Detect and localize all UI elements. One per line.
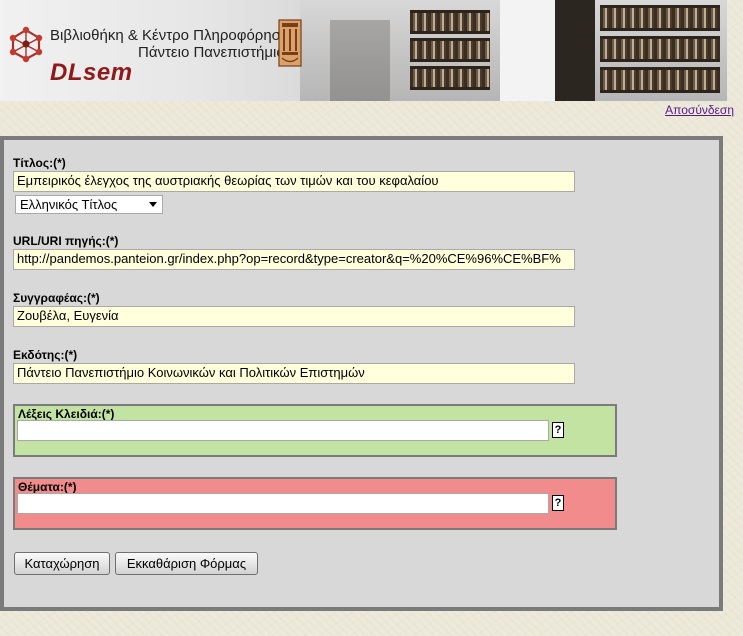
photo-shelf <box>600 36 720 62</box>
photo-shelf <box>600 5 720 31</box>
publisher-label: Εκδότης:(*) <box>13 348 78 362</box>
title-language-select[interactable]: Ελληνικός Τίτλος <box>15 195 163 214</box>
university-name: Πάντειο Πανεπιστήμιο <box>138 44 285 61</box>
subjects-label: Θέματα:(*) <box>18 480 77 494</box>
title-language-value: Ελληνικός Τίτλος <box>20 197 118 212</box>
library-photo <box>300 0 727 101</box>
url-input[interactable]: http://pandemos.panteion.gr/index.php?op… <box>13 249 575 270</box>
chevron-down-icon <box>149 202 157 207</box>
clear-form-button[interactable]: Εκκαθάριση Φόρμας <box>115 552 258 575</box>
photo-shelf <box>600 67 720 93</box>
photo-shadow <box>330 20 390 101</box>
author-label: Συγγραφέας:(*) <box>13 291 100 305</box>
title-label: Τίτλος:(*) <box>13 156 66 170</box>
url-label: URL/URI πηγής:(*) <box>13 234 119 248</box>
keywords-input[interactable] <box>17 420 549 441</box>
header-banner: Βιβλιοθήκη & Κέντρο Πληροφόρησης Πάντειο… <box>0 0 727 101</box>
author-input[interactable]: Ζουβέλα, Ευγενία <box>13 306 575 327</box>
university-crest-icon <box>278 19 302 67</box>
photo-pillar <box>555 0 595 101</box>
record-form: Τίτλος:(*) Εμπειρικός έλεγχος της αυστρι… <box>0 136 723 611</box>
logout-link[interactable]: Αποσύνδεση <box>665 103 734 117</box>
photo-shelf <box>410 10 490 34</box>
subjects-group: Θέματα:(*) ? <box>13 477 617 530</box>
keywords-help-icon[interactable]: ? <box>552 422 564 438</box>
submit-button[interactable]: Καταχώρηση <box>14 552 110 575</box>
subjects-help-icon[interactable]: ? <box>552 495 564 511</box>
photo-shelf <box>410 66 490 90</box>
publisher-input[interactable]: Πάντειο Πανεπιστήμιο Κοινωνικών και Πολι… <box>13 363 575 384</box>
photo-window <box>500 0 560 101</box>
library-name: Βιβλιοθήκη & Κέντρο Πληροφόρησης <box>50 27 297 44</box>
network-logo-icon <box>9 26 43 63</box>
photo-shelf <box>410 38 490 62</box>
keywords-label: Λέξεις Κλειδιά:(*) <box>18 407 115 421</box>
brand-logo-text: DLsem <box>50 59 133 86</box>
title-input[interactable]: Εμπειρικός έλεγχος της αυστριακής θεωρία… <box>13 171 575 192</box>
keywords-group: Λέξεις Κλειδιά:(*) ? <box>13 404 617 457</box>
subjects-input[interactable] <box>17 493 549 514</box>
